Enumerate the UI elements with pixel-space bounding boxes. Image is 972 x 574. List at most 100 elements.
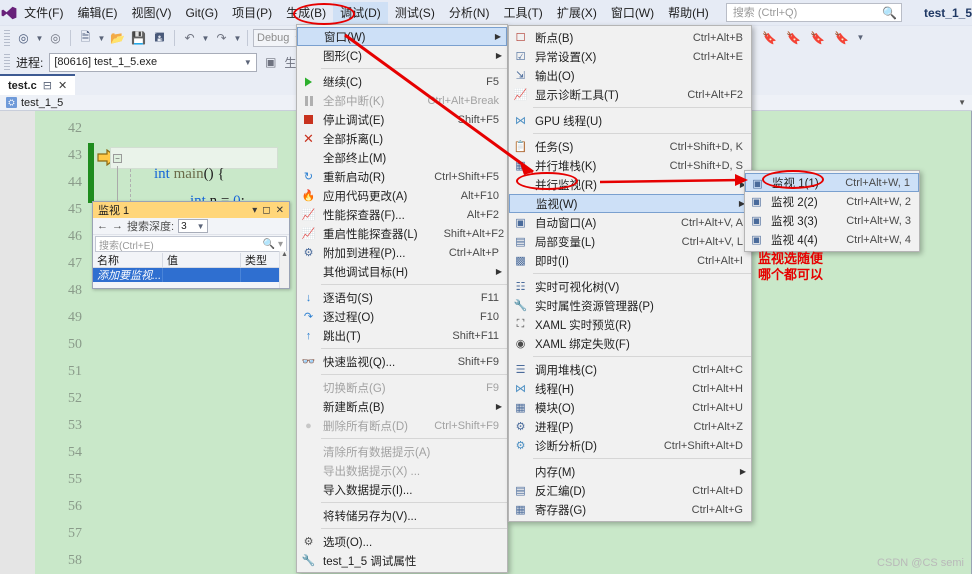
menu-window[interactable]: 窗口(W) xyxy=(604,2,661,24)
menu-item-step-into[interactable]: ↓ 逐语句(S) F11 xyxy=(297,288,507,307)
save-all-icon[interactable]: 🖪 xyxy=(150,29,169,48)
watch-window-titlebar[interactable]: 监视 1 ▾ ◻ ✕ xyxy=(93,202,289,218)
menu-item-relaunch-profiler[interactable]: 📈 重启性能探查器(L) Shift+Alt+F2 xyxy=(297,224,507,243)
menu-item-break-all[interactable]: 全部中断(K) Ctrl+Alt+Break xyxy=(297,91,507,110)
save-icon[interactable]: 💾 xyxy=(129,29,148,48)
watch-vertical-scrollbar[interactable]: ▲ xyxy=(279,251,289,288)
menu-item-show-diagnostic-tools[interactable]: 📈 显示诊断工具(T) Ctrl+Alt+F2 xyxy=(509,85,751,104)
menu-item-stop-debugging[interactable]: 停止调试(E) Shift+F5 xyxy=(297,110,507,129)
menu-item-restart[interactable]: ↻ 重新启动(R) Ctrl+Shift+F5 xyxy=(297,167,507,186)
undo-caret-icon[interactable]: ▼ xyxy=(201,34,210,43)
watch-window-dropdown-icon[interactable]: ▾ xyxy=(252,205,257,216)
menu-item-gpu-threads[interactable]: ⋈ GPU 线程(U) xyxy=(509,111,751,130)
menu-item-diagnostic-analysis[interactable]: ⚙ 诊断分析(D) Ctrl+Shift+Alt+D xyxy=(509,436,751,455)
prev-bookmark-icon[interactable]: 🔖 xyxy=(784,28,803,47)
menu-item-immediate[interactable]: ▩ 即时(I) Ctrl+Alt+I xyxy=(509,251,751,270)
redo-icon[interactable]: ↷ xyxy=(212,29,231,48)
menu-item-performance-profiler[interactable]: 📈 性能探查器(F)... Alt+F2 xyxy=(297,205,507,224)
tab-test-c[interactable]: test.c ⊟ ✕ xyxy=(0,74,76,95)
menu-item-watch-3[interactable]: ▣ 监视 3(3) Ctrl+Alt+W, 3 xyxy=(745,211,919,230)
menu-item-debug-properties[interactable]: 🔧 test_1_5 调试属性 xyxy=(297,551,507,570)
menu-item-autos[interactable]: ▣ 自动窗口(A) Ctrl+Alt+V, A xyxy=(509,213,751,232)
menu-item-xaml-live-preview[interactable]: ⛶ XAML 实时预览(R) xyxy=(509,315,751,334)
navigate-back-icon[interactable]: ◎ xyxy=(14,29,33,48)
menu-item-new-breakpoint[interactable]: 新建断点(B) ▶ xyxy=(297,397,507,416)
open-file-icon[interactable]: 📂 xyxy=(108,29,127,48)
watch-search-icon[interactable]: 🔍 ▾ xyxy=(263,239,283,250)
menu-edit[interactable]: 编辑(E) xyxy=(70,2,124,24)
windows-submenu-dropdown[interactable]: ☐ 断点(B) Ctrl+Alt+B ☑ 异常设置(X) Ctrl+Alt+E … xyxy=(508,25,752,522)
menu-item-watch-1[interactable]: ▣ 监视 1(1) Ctrl+Alt+W, 1 xyxy=(745,173,919,192)
menu-item-tasks[interactable]: 📋 任务(S) Ctrl+Shift+D, K xyxy=(509,137,751,156)
toolbar-overflow-icon[interactable]: ▼ xyxy=(856,33,865,42)
column-header-type[interactable]: 类型 xyxy=(241,253,281,267)
pin-icon[interactable]: ⊟ xyxy=(43,79,52,92)
menu-item-live-visual-tree[interactable]: ☷ 实时可视化树(V) xyxy=(509,277,751,296)
menu-item-call-stack[interactable]: ☰ 调用堆栈(C) Ctrl+Alt+C xyxy=(509,360,751,379)
editor-indicator-margin[interactable] xyxy=(0,111,35,574)
redo-caret-icon[interactable]: ▼ xyxy=(233,34,242,43)
menu-item-xaml-binding-failures[interactable]: ◉ XAML 绑定失败(F) xyxy=(509,334,751,353)
menu-item-terminate-all[interactable]: 全部终止(M) xyxy=(297,148,507,167)
nav-forward-icon[interactable]: → xyxy=(112,220,123,232)
menu-item-toggle-breakpoint[interactable]: 切换断点(G) F9 xyxy=(297,378,507,397)
process-combo[interactable]: [80616] test_1_5.exe ▼ xyxy=(49,52,258,72)
undo-icon[interactable]: ↶ xyxy=(180,29,199,48)
new-item-caret-icon[interactable]: ▼ xyxy=(97,34,106,43)
global-search-box[interactable]: 🔍 xyxy=(725,3,902,22)
menu-analyze[interactable]: 分析(N) xyxy=(442,2,497,24)
menu-item-quick-watch[interactable]: 👓 快速监视(Q)... Shift+F9 xyxy=(297,352,507,371)
menu-project[interactable]: 项目(P) xyxy=(225,2,279,24)
menu-item-clear-all-datatips[interactable]: 清除所有数据提示(A) xyxy=(297,442,507,461)
menu-item-watch-4[interactable]: ▣ 监视 4(4) Ctrl+Alt+W, 4 xyxy=(745,230,919,249)
menu-item-step-out[interactable]: ↑ 跳出(T) Shift+F11 xyxy=(297,326,507,345)
menu-item-export-datatips[interactable]: 导出数据提示(X) ... xyxy=(297,461,507,480)
breadcrumb-chevron-down-icon[interactable]: ▼ xyxy=(958,98,966,107)
menu-item-attach-to-process[interactable]: ⚙ 附加到进程(P)... Ctrl+Alt+P xyxy=(297,243,507,262)
nav-back-icon[interactable]: ← xyxy=(97,220,108,232)
menu-test[interactable]: 测试(S) xyxy=(388,2,442,24)
close-icon[interactable]: ✕ xyxy=(58,79,67,92)
menu-item-other-debug-targets[interactable]: 其他调试目标(H) ▶ xyxy=(297,262,507,281)
menu-item-step-over[interactable]: ↷ 逐过程(O) F10 xyxy=(297,307,507,326)
clear-bookmarks-icon[interactable]: 🔖 xyxy=(832,28,851,47)
menu-view[interactable]: 视图(V) xyxy=(124,2,178,24)
menu-git[interactable]: Git(G) xyxy=(178,2,225,24)
next-bookmark-icon[interactable]: 🔖 xyxy=(808,28,827,47)
debug-menu-dropdown[interactable]: 窗口(W) ▶ 图形(C) ▶ 继续(C) F5 全部中断(K) Ctrl+Al… xyxy=(296,24,508,573)
new-item-icon[interactable]: 🗎 xyxy=(76,29,95,48)
menu-item-parallel-stacks[interactable]: ▦ 并行堆栈(K) Ctrl+Shift+D, S xyxy=(509,156,751,175)
menu-item-detach-all[interactable]: ✕ 全部拆离(L) xyxy=(297,129,507,148)
menu-item-registers[interactable]: ▦ 寄存器(G) Ctrl+Alt+G xyxy=(509,500,751,519)
watch-1-tool-window[interactable]: 监视 1 ▾ ◻ ✕ ← → 搜索深度: 3 ▼ 搜索(Ctrl+E) 🔍 ▾ … xyxy=(92,201,290,289)
column-header-value[interactable]: 值 xyxy=(163,253,241,267)
watch-window-maximize-icon[interactable]: ◻ xyxy=(262,205,270,216)
menu-item-save-dump-as[interactable]: 将转储另存为(V)... xyxy=(297,506,507,525)
navigate-back-caret-icon[interactable]: ▼ xyxy=(35,34,44,43)
watch-row-type[interactable] xyxy=(241,268,281,282)
menu-item-memory[interactable]: 内存(M) ▶ xyxy=(509,462,751,481)
watch-submenu-dropdown[interactable]: ▣ 监视 1(1) Ctrl+Alt+W, 1 ▣ 监视 2(2) Ctrl+A… xyxy=(744,170,920,252)
breadcrumb-label[interactable]: test_1_5 xyxy=(21,97,63,109)
menu-item-exception-settings[interactable]: ☑ 异常设置(X) Ctrl+Alt+E xyxy=(509,47,751,66)
menu-item-live-property-explorer[interactable]: 🔧 实时属性资源管理器(P) xyxy=(509,296,751,315)
menu-item-modules[interactable]: ▦ 模块(O) Ctrl+Alt+U xyxy=(509,398,751,417)
menu-item-locals[interactable]: ▤ 局部变量(L) Ctrl+Alt+V, L xyxy=(509,232,751,251)
watch-row-value[interactable] xyxy=(163,268,241,282)
menu-item-disassembly[interactable]: ▤ 反汇编(D) Ctrl+Alt+D xyxy=(509,481,751,500)
menu-item-watch[interactable]: 监视(W) ▶ xyxy=(509,194,751,213)
search-depth-combo[interactable]: 3 ▼ xyxy=(178,219,209,233)
menu-help[interactable]: 帮助(H) xyxy=(661,2,716,24)
menu-item-threads[interactable]: ⋈ 线程(H) Ctrl+Alt+H xyxy=(509,379,751,398)
menu-item-delete-all-breakpoints[interactable]: ● 删除所有断点(D) Ctrl+Shift+F9 xyxy=(297,416,507,435)
menu-debug[interactable]: 调试(D) xyxy=(333,1,388,24)
navigate-forward-icon[interactable]: ◎ xyxy=(46,29,65,48)
menu-item-processes[interactable]: ⚙ 进程(P) Ctrl+Alt+Z xyxy=(509,417,751,436)
search-input[interactable] xyxy=(730,5,897,20)
menu-item-apply-code-changes[interactable]: 🔥 应用代码更改(A) Alt+F10 xyxy=(297,186,507,205)
watch-search-box[interactable]: 搜索(Ctrl+E) 🔍 ▾ xyxy=(95,236,287,252)
menu-tools[interactable]: 工具(T) xyxy=(496,2,549,24)
toolbar-grip[interactable] xyxy=(4,30,10,46)
menu-item-output[interactable]: ⇲ 输出(O) xyxy=(509,66,751,85)
menu-item-import-datatips[interactable]: 导入数据提示(I)... xyxy=(297,480,507,499)
